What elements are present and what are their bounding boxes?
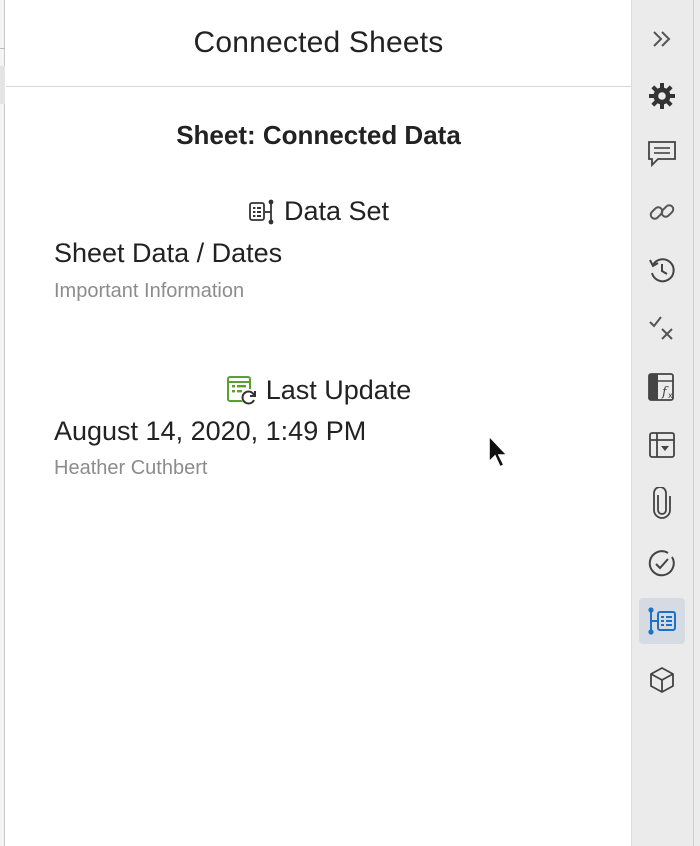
last-update-user: Heather Cuthbert [54, 457, 208, 479]
collapse-chevrons-icon[interactable] [639, 16, 685, 62]
data-set-name: Sheet Data / Dates [54, 238, 283, 268]
data-set-heading: Data Set [6, 196, 631, 227]
sheet-summary-icon[interactable] [639, 422, 685, 468]
cube-icon[interactable] [639, 657, 685, 703]
sheet-refresh-icon [226, 374, 258, 406]
approval-icon[interactable] [639, 541, 685, 587]
svg-text:x: x [668, 391, 673, 400]
background-row [0, 66, 5, 104]
connected-sheets-panel: Connected Sheets Sheet: Connected Data D… [6, 0, 631, 846]
last-update-heading: Last Update [6, 374, 631, 406]
sheet-label: Sheet: Connected Data [176, 120, 461, 150]
comments-icon[interactable] [639, 131, 685, 177]
mouse-pointer-icon [487, 433, 511, 475]
link-icon[interactable] [639, 189, 685, 235]
background-app-edge [0, 0, 5, 846]
gear-icon[interactable] [639, 73, 685, 119]
sheet-formula-icon[interactable]: f x [639, 364, 685, 410]
right-rail: f x [631, 0, 700, 846]
last-update-timestamp: August 14, 2020, 1:49 PM [54, 416, 367, 446]
connected-sheets-icon[interactable] [639, 598, 685, 644]
proofing-icon[interactable] [639, 305, 685, 351]
background-divider [0, 48, 5, 49]
data-set-heading-label: Data Set [283, 196, 390, 226]
last-update-heading-label: Last Update [265, 374, 412, 405]
history-icon[interactable] [639, 247, 685, 293]
panel-header: Connected Sheets [6, 0, 631, 87]
attachment-icon[interactable] [639, 480, 685, 526]
data-set-description: Important Information [54, 280, 245, 302]
background-app-right-edge [693, 0, 700, 846]
panel-title: Connected Sheets [193, 26, 444, 59]
dataset-icon [248, 198, 276, 226]
